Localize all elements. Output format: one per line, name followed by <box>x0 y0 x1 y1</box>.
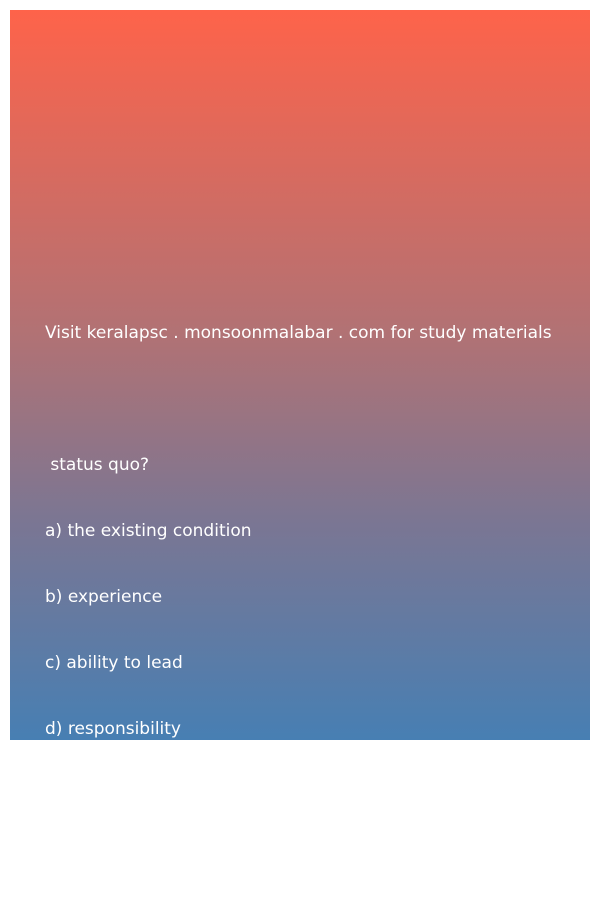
card-content: Visit keralapsc . monsoonmalabar . com f… <box>45 278 575 916</box>
question-text: status quo? <box>45 455 150 475</box>
question-card: Visit keralapsc . monsoonmalabar . com f… <box>10 10 590 871</box>
option-a: a) the existing condition <box>45 521 252 541</box>
promo-text: Visit keralapsc . monsoonmalabar . com f… <box>45 323 552 343</box>
option-d: d) responsibility <box>45 719 181 739</box>
option-b: b) experience <box>45 587 163 607</box>
answer-text: Answer: the existing condition <box>45 851 303 871</box>
option-c: c) ability to lead <box>45 653 183 673</box>
